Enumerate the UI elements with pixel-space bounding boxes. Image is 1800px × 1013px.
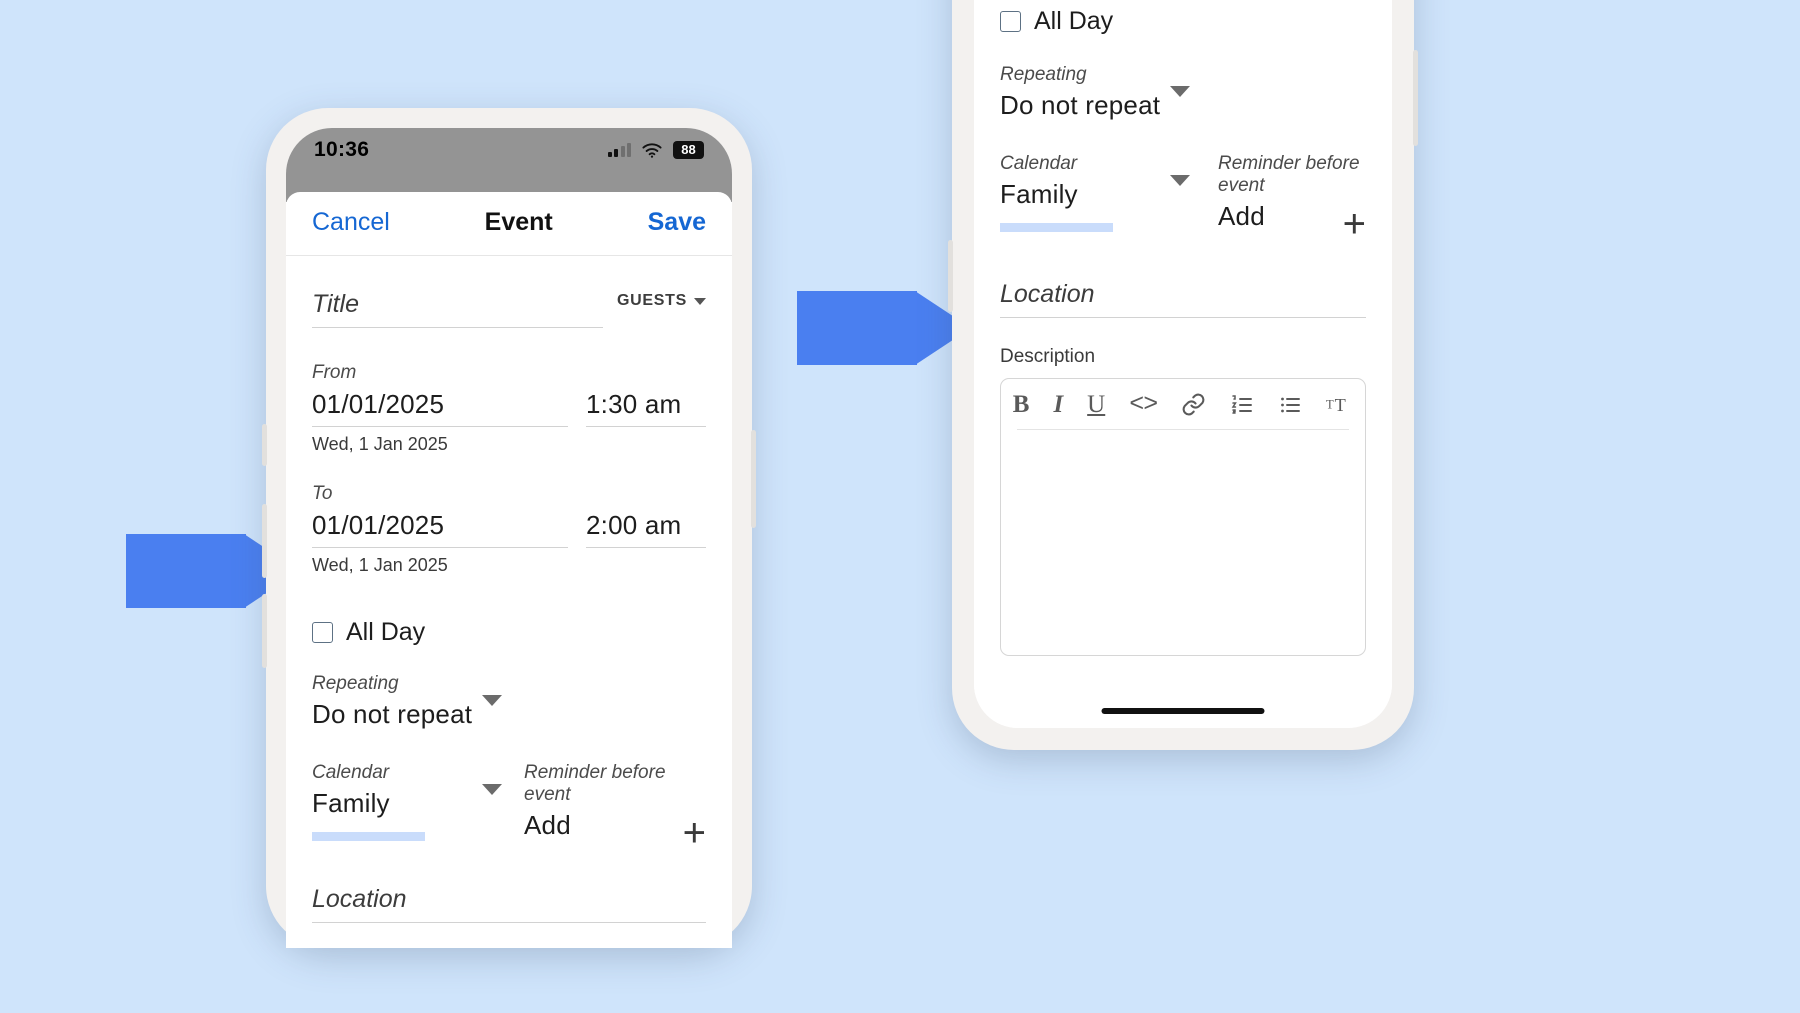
repeating-select-right[interactable]: Repeating Do not repeat — [1000, 64, 1200, 127]
all-day-checkbox-icon-right[interactable] — [1000, 11, 1021, 32]
phone-screen-left: 10:36 88 Cancel Event Save Title GUESTS … — [286, 128, 732, 948]
reminder-field-right[interactable]: Reminder before event Add + — [1218, 153, 1366, 244]
reminder-value-right: Add — [1218, 201, 1265, 231]
chevron-down-icon-repeating-right[interactable] — [1170, 86, 1190, 97]
from-date-value-left: 01/01/2025 — [312, 389, 568, 427]
from-date-field-left[interactable]: 01/01/2025 — [312, 389, 568, 427]
status-icons-left: 88 — [607, 140, 704, 160]
event-form-left: Title GUESTS From 01/01/2025 1:30 am Wed… — [286, 256, 732, 948]
cellular-signal-icon-left — [607, 143, 631, 157]
link-icon-right[interactable] — [1181, 392, 1206, 417]
status-time-left: 10:36 — [314, 138, 370, 161]
to-time-field-left[interactable]: 2:00 am — [586, 510, 706, 548]
all-day-label-left: All Day — [346, 618, 426, 646]
bullet-list-icon-right[interactable] — [1278, 393, 1302, 417]
plus-icon-reminder-left[interactable]: + — [683, 813, 706, 853]
to-field-row-left: 01/01/2025 2:00 am — [312, 510, 706, 548]
calendar-color-indicator-right — [1000, 223, 1113, 232]
event-sheet-left: Cancel Event Save Title GUESTS From 01/0… — [286, 192, 732, 948]
to-label-left: To — [312, 483, 333, 504]
calendar-label-right: Calendar — [1000, 153, 1078, 174]
annotation-arrow-calendar — [797, 291, 973, 365]
reminder-value-left: Add — [524, 810, 571, 840]
title-field-left[interactable]: Title — [312, 290, 603, 328]
underline-icon-right[interactable]: U — [1087, 392, 1105, 417]
phone-volume-up-left — [262, 504, 267, 578]
battery-icon-left: 88 — [673, 140, 704, 160]
chevron-down-icon-guests-left — [694, 297, 706, 305]
all-day-checkbox-icon-left[interactable] — [312, 622, 333, 643]
phone-power-button-left — [751, 430, 756, 528]
screenshot-stage: 01/01/2025 1:30 am Wed, 1 Jan 2025 To 01… — [0, 0, 1800, 1013]
reminder-label-left: Reminder before event — [524, 762, 666, 805]
code-icon-right[interactable]: <> — [1129, 392, 1158, 417]
reminder-label-right: Reminder before event — [1218, 153, 1360, 196]
phone-volume-down-left — [262, 594, 267, 668]
status-bar-left: 10:36 88 — [286, 128, 732, 172]
to-date-field-left[interactable]: 01/01/2025 — [312, 510, 568, 548]
italic-icon-right[interactable]: I — [1053, 392, 1063, 417]
chevron-down-icon-calendar-right[interactable] — [1170, 175, 1190, 186]
phone-frame-right: 01/01/2025 1:30 am Wed, 1 Jan 2025 To 01… — [948, 0, 1418, 750]
title-placeholder-left: Title — [312, 290, 603, 328]
location-placeholder-left: Location — [312, 885, 706, 923]
from-time-value-left: 1:30 am — [586, 389, 706, 427]
all-day-toggle-left[interactable]: All Day — [312, 618, 706, 647]
all-day-toggle-right[interactable]: All Day — [1000, 7, 1366, 36]
phone-screen-right: 01/01/2025 1:30 am Wed, 1 Jan 2025 To 01… — [974, 0, 1392, 728]
plus-icon-reminder-right[interactable]: + — [1343, 204, 1366, 244]
guests-label-left: GUESTS — [617, 292, 687, 309]
description-editor-right[interactable]: B I U <> T T — [1000, 378, 1366, 656]
to-subtext-left: Wed, 1 Jan 2025 — [312, 555, 448, 575]
to-date-value-left: 01/01/2025 — [312, 510, 568, 548]
description-label-right: Description — [1000, 346, 1096, 367]
phone-frame-left: 10:36 88 Cancel Event Save Title GUESTS … — [262, 108, 756, 948]
text-size-icon-right[interactable]: T T — [1326, 392, 1353, 417]
calendar-color-indicator-left — [312, 832, 425, 841]
guests-button-left[interactable]: GUESTS — [617, 292, 706, 310]
repeating-label-left: Repeating — [312, 673, 399, 694]
location-field-left[interactable]: Location — [312, 885, 706, 923]
from-time-field-left[interactable]: 1:30 am — [586, 389, 706, 427]
all-day-label-right: All Day — [1034, 7, 1114, 35]
svg-text:T: T — [1335, 395, 1346, 415]
location-placeholder-right: Location — [1000, 280, 1366, 318]
chevron-down-icon-calendar-left[interactable] — [482, 784, 502, 795]
home-indicator-right — [1101, 708, 1265, 714]
phone-side-button-right — [948, 240, 953, 312]
repeating-select-left[interactable]: Repeating Do not repeat — [312, 673, 512, 736]
from-field-row-left: 01/01/2025 1:30 am — [312, 389, 706, 427]
reminder-field-left[interactable]: Reminder before event Add + — [524, 762, 706, 853]
sheet-header-left: Cancel Event Save — [286, 192, 732, 256]
phone-volume-button-right — [1413, 50, 1418, 146]
from-subtext-left: Wed, 1 Jan 2025 — [312, 434, 448, 454]
wifi-icon-left — [642, 142, 662, 158]
from-label-left: From — [312, 362, 357, 383]
calendar-label-left: Calendar — [312, 762, 390, 783]
cancel-button-left[interactable]: Cancel — [312, 208, 390, 237]
title-row-left: Title GUESTS — [312, 290, 706, 328]
bold-icon-right[interactable]: B — [1013, 392, 1030, 417]
description-toolbar-right: B I U <> T T — [1001, 379, 1365, 429]
description-textarea-right[interactable] — [1001, 430, 1365, 630]
repeating-label-right: Repeating — [1000, 64, 1087, 85]
location-field-right[interactable]: Location — [1000, 280, 1366, 318]
phone-silent-switch-left — [262, 424, 267, 466]
numbered-list-icon-right[interactable] — [1230, 393, 1254, 417]
calendar-select-right[interactable]: Calendar Family — [1000, 153, 1200, 216]
chevron-down-icon-repeating-left[interactable] — [482, 695, 502, 706]
svg-text:T: T — [1326, 397, 1334, 411]
calendar-select-left[interactable]: Calendar Family — [312, 762, 512, 825]
save-button-left[interactable]: Save — [648, 208, 706, 237]
to-time-value-left: 2:00 am — [586, 510, 706, 548]
sheet-title-left: Event — [484, 208, 553, 236]
